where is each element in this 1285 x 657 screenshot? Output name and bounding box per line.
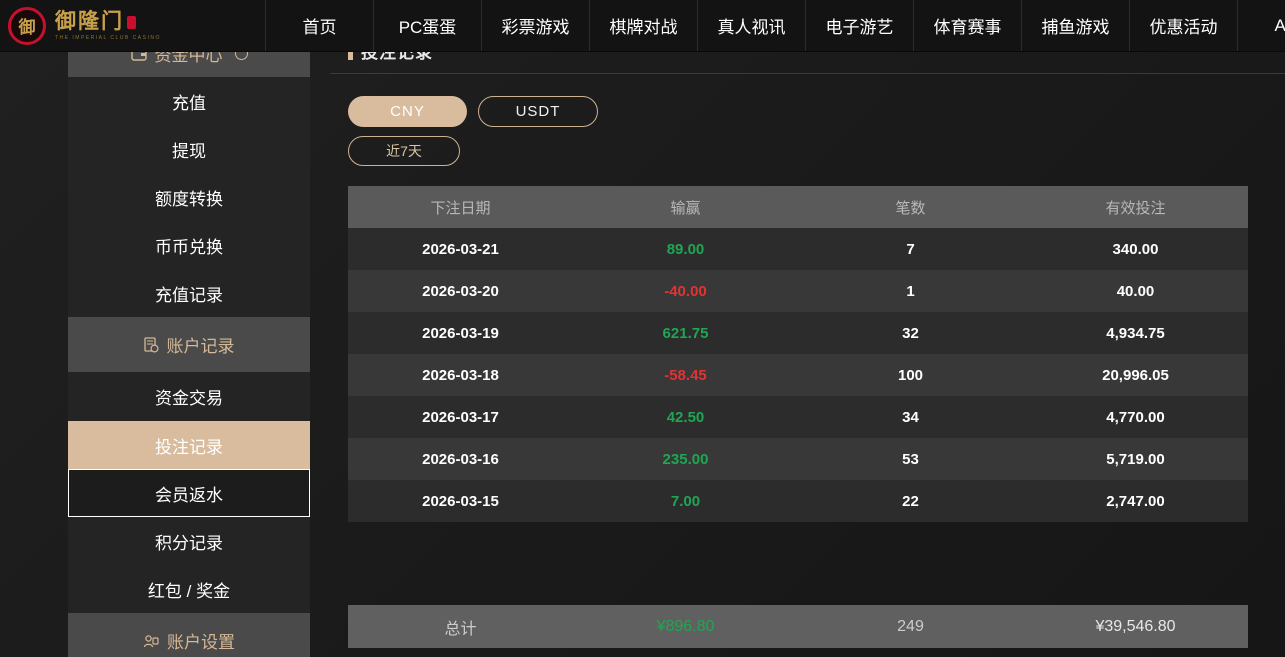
sidebar: 资金中心 充值 提现 额度转换 币币兑换 充值记录 账户记录 资金交易 投注记录… — [68, 0, 310, 657]
sidebar-item-withdraw[interactable]: 提现 — [68, 125, 310, 173]
bet-record-table: 下注日期 输赢 笔数 有效投注 2026-03-21 89.00 7 340.0… — [348, 186, 1248, 522]
valid-bet-cell: 20,996.05 — [1023, 354, 1248, 396]
bet-date-cell: 2026-03-21 — [348, 228, 573, 270]
main-content: 投注记录 CNY USDT 近7天 下注日期 输赢 笔数 有效投注 2026-0… — [330, 0, 1285, 657]
brand-seal-icon — [127, 16, 136, 29]
top-navigation: 御 御隆门 THE IMPERIAL CLUB CASINO 首页 PC蛋蛋 彩… — [0, 0, 1285, 52]
valid-bet-cell: 40.00 — [1023, 270, 1248, 312]
table-row: 2026-03-19 621.75 32 4,934.75 — [348, 312, 1248, 354]
valid-bet-cell: 4,934.75 — [1023, 312, 1248, 354]
table-row: 2026-03-20 -40.00 1 40.00 — [348, 270, 1248, 312]
table-total-row: 总计 ¥896.80 249 ¥39,546.80 — [348, 605, 1248, 648]
win-loss-cell: 7.00 — [573, 480, 798, 522]
sidebar-item-coin-exchange[interactable]: 币币兑换 — [68, 221, 310, 269]
nav-item-promotions[interactable]: 优惠活动 — [1129, 0, 1237, 51]
nav-item-fishing[interactable]: 捕鱼游戏 — [1021, 0, 1129, 51]
win-loss-cell: -58.45 — [573, 354, 798, 396]
header-divider — [330, 73, 1285, 74]
table-row: 2026-03-21 89.00 7 340.00 — [348, 228, 1248, 270]
count-cell: 1 — [798, 270, 1023, 312]
bet-date-cell: 2026-03-17 — [348, 396, 573, 438]
nav-item-pc-dandan[interactable]: PC蛋蛋 — [373, 0, 481, 51]
total-label: 总计 — [348, 605, 573, 648]
count-cell: 34 — [798, 396, 1023, 438]
count-cell: 7 — [798, 228, 1023, 270]
count-cell: 53 — [798, 438, 1023, 480]
win-loss-cell: 42.50 — [573, 396, 798, 438]
win-loss-cell: 621.75 — [573, 312, 798, 354]
table-row: 2026-03-15 7.00 22 2,747.00 — [348, 480, 1248, 522]
currency-tab-usdt[interactable]: USDT — [478, 96, 598, 127]
brand-logo[interactable]: 御 御隆门 THE IMPERIAL CLUB CASINO — [0, 0, 265, 51]
bet-date-cell: 2026-03-19 — [348, 312, 573, 354]
nav-item-slots[interactable]: 电子游艺 — [805, 0, 913, 51]
user-icon — [143, 634, 159, 648]
sidebar-item-quota-transfer[interactable]: 额度转换 — [68, 173, 310, 221]
sidebar-section-account-settings: 账户设置 — [68, 613, 310, 657]
sidebar-item-points-record[interactable]: 积分记录 — [68, 517, 310, 565]
sidebar-item-deposit-record[interactable]: 充值记录 — [68, 269, 310, 317]
valid-bet-cell: 2,747.00 — [1023, 480, 1248, 522]
nav-item-home[interactable]: 首页 — [265, 0, 373, 51]
count-cell: 100 — [798, 354, 1023, 396]
sidebar-item-redpacket-bonus[interactable]: 红包 / 奖金 — [68, 565, 310, 613]
win-loss-cell: -40.00 — [573, 270, 798, 312]
bet-date-cell: 2026-03-20 — [348, 270, 573, 312]
table-row: 2026-03-17 42.50 34 4,770.00 — [348, 396, 1248, 438]
table-row: 2026-03-16 235.00 53 5,719.00 — [348, 438, 1248, 480]
valid-bet-cell: 340.00 — [1023, 228, 1248, 270]
count-cell: 32 — [798, 312, 1023, 354]
nav-item-live-casino[interactable]: 真人视讯 — [697, 0, 805, 51]
nav-item-app[interactable]: APP — [1237, 0, 1285, 51]
header-count: 笔数 — [798, 186, 1023, 228]
win-loss-cell: 89.00 — [573, 228, 798, 270]
total-count: 249 — [798, 605, 1023, 648]
currency-tab-cny[interactable]: CNY — [348, 96, 467, 127]
nav-item-lottery[interactable]: 彩票游戏 — [481, 0, 589, 51]
nav-item-sports[interactable]: 体育赛事 — [913, 0, 1021, 51]
sidebar-item-deposit[interactable]: 充值 — [68, 77, 310, 125]
nav-item-chess[interactable]: 棋牌对战 — [589, 0, 697, 51]
table-header-row: 下注日期 输赢 笔数 有效投注 — [348, 186, 1248, 228]
page: 投注记录 CNY USDT 近7天 下注日期 输赢 笔数 有效投注 2026-0… — [0, 0, 1285, 657]
sidebar-item-fund-transactions[interactable]: 资金交易 — [68, 372, 310, 421]
total-valid-bet: ¥39,546.80 — [1023, 605, 1248, 648]
valid-bet-cell: 5,719.00 — [1023, 438, 1248, 480]
header-win-loss: 输赢 — [573, 186, 798, 228]
sidebar-item-member-rebate[interactable]: 会员返水 — [68, 469, 310, 517]
brand-emblem-icon: 御 — [8, 7, 46, 45]
sidebar-section-label: 账户设置 — [167, 628, 235, 653]
bet-date-cell: 2026-03-15 — [348, 480, 573, 522]
sidebar-section-label: 账户记录 — [167, 332, 235, 357]
brand-name: 御隆门 — [55, 11, 124, 33]
count-cell: 22 — [798, 480, 1023, 522]
valid-bet-cell: 4,770.00 — [1023, 396, 1248, 438]
header-bet-date: 下注日期 — [348, 186, 573, 228]
date-filter-button[interactable]: 近7天 — [348, 136, 460, 166]
sidebar-item-bet-record[interactable]: 投注记录 — [68, 421, 310, 469]
bet-date-cell: 2026-03-16 — [348, 438, 573, 480]
total-win-loss: ¥896.80 — [573, 605, 798, 648]
sidebar-section-account-records: 账户记录 — [68, 317, 310, 372]
table-row: 2026-03-18 -58.45 100 20,996.05 — [348, 354, 1248, 396]
brand-tagline: THE IMPERIAL CLUB CASINO — [55, 35, 161, 41]
win-loss-cell: 235.00 — [573, 438, 798, 480]
ledger-icon — [144, 337, 159, 353]
header-valid-bet: 有效投注 — [1023, 186, 1248, 228]
bet-date-cell: 2026-03-18 — [348, 354, 573, 396]
